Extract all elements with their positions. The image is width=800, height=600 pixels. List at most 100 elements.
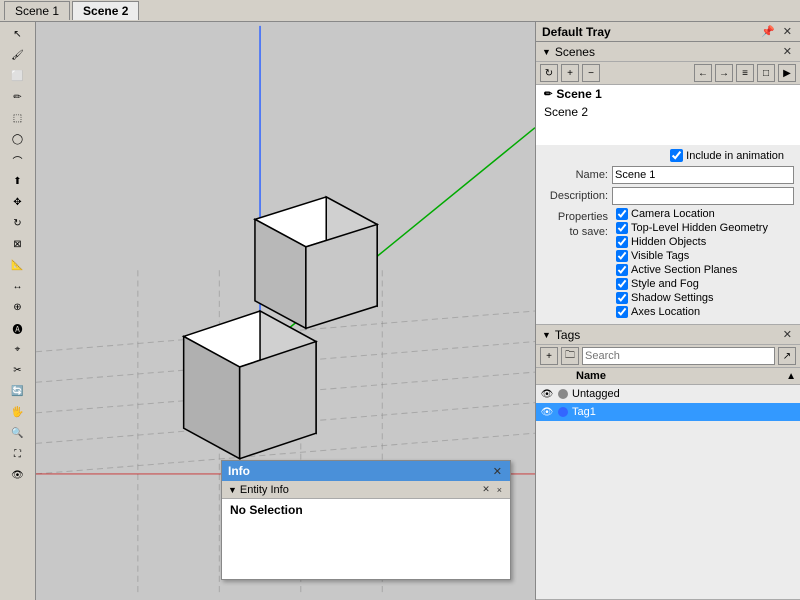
left-toolbar: ↖ 🖌 ⬜ ✏ ⬚ ◯ ⌒ ⬆ ✥ ↻ ⊠ 📐 ↔ ⊕ 🅐 ⌖ ✂ 🔄 🖐 🔍 …: [0, 22, 36, 600]
eraser-tool[interactable]: ⬜: [2, 66, 34, 86]
scenes-next-btn[interactable]: →: [715, 64, 733, 82]
scene-name-input[interactable]: [612, 166, 794, 184]
arc-tool[interactable]: ⌒: [2, 150, 34, 170]
circle-tool[interactable]: ◯: [2, 129, 34, 149]
visible-tags-checkbox[interactable]: [616, 250, 628, 262]
camera-location-row: Camera Location: [612, 208, 794, 220]
scenes-play-btn[interactable]: ▶: [778, 64, 796, 82]
scene-description-row: Description:: [542, 187, 794, 205]
name-label: Name:: [542, 169, 612, 181]
right-panel: Default Tray 📌 ✕ ▼ Scenes ✕: [535, 22, 800, 600]
properties-label: Propertiesto save:: [542, 208, 612, 320]
select-tool[interactable]: ↖: [2, 24, 34, 44]
checkboxes-list: Camera Location Top-Level Hidden Geometr…: [612, 208, 794, 320]
info-panel-header: Info ✕: [222, 461, 510, 481]
tags-folder-btn[interactable]: 🗀: [561, 347, 579, 365]
hidden-objects-checkbox[interactable]: [616, 236, 628, 248]
scenes-view-btn[interactable]: □: [757, 64, 775, 82]
entity-info-content: No Selection: [222, 499, 510, 579]
axes-location-row: Axes Location: [612, 306, 794, 318]
section-plane-tool[interactable]: ✂: [2, 360, 34, 380]
tray-close-btn[interactable]: ✕: [781, 25, 794, 38]
hidden-objects-row: Hidden Objects: [612, 236, 794, 248]
description-label: Description:: [542, 190, 612, 202]
zoom-tool[interactable]: 🔍: [2, 423, 34, 443]
axes-tool[interactable]: ⌖: [2, 339, 34, 359]
scene-1-label: Scene 1: [556, 87, 601, 101]
tags-close-btn[interactable]: ✕: [781, 328, 794, 341]
shadow-settings-label: Shadow Settings: [631, 292, 714, 304]
tags-chevron: ▼: [542, 330, 551, 340]
hidden-geometry-checkbox[interactable]: [616, 222, 628, 234]
tag-item-untagged[interactable]: 👁 Untagged: [536, 385, 800, 403]
scenes-remove-btn[interactable]: −: [582, 64, 600, 82]
tray-header: Default Tray 📌 ✕: [536, 22, 800, 42]
paint-tool[interactable]: 🖌: [2, 45, 34, 65]
camera-location-label: Camera Location: [631, 208, 715, 220]
active-section-planes-checkbox[interactable]: [616, 264, 628, 276]
scenes-toolbar: ↻ + − ← → ≡ □ ▶: [536, 62, 800, 85]
viewport[interactable]: Info ✕ ▼ Entity Info ✕ × No Selection: [36, 22, 535, 600]
text-tool[interactable]: 🅐: [2, 318, 34, 338]
entity-info-close[interactable]: ×: [495, 484, 504, 495]
include-animation-row: Include in animation: [542, 149, 794, 162]
include-animation-checkbox[interactable]: [670, 149, 683, 162]
entity-info-chevron: ▼: [228, 485, 237, 495]
tray-pin-btn[interactable]: 📌: [759, 25, 777, 38]
pencil-tool[interactable]: ✏: [2, 87, 34, 107]
entity-info-label: Entity Info: [240, 484, 289, 496]
style-fog-checkbox[interactable]: [616, 278, 628, 290]
zoom-extents-tool[interactable]: ⛶: [2, 444, 34, 464]
properties-to-save: Propertiesto save: Camera Location Top-L…: [542, 208, 794, 320]
scene-description-input[interactable]: [612, 187, 794, 205]
tag1-color-dot: [558, 407, 568, 417]
move-tool[interactable]: ✥: [2, 192, 34, 212]
active-section-planes-label: Active Section Planes: [631, 264, 737, 276]
scene-name-row: Name:: [542, 166, 794, 184]
tags-sort-icon[interactable]: ▲: [786, 371, 796, 382]
shadow-settings-checkbox[interactable]: [616, 292, 628, 304]
walkthrough-tool[interactable]: 👁: [2, 465, 34, 485]
scenes-list-btn[interactable]: ≡: [736, 64, 754, 82]
rectangle-tool[interactable]: ⬚: [2, 108, 34, 128]
scenes-prev-btn[interactable]: ←: [694, 64, 712, 82]
tape-tool[interactable]: 📐: [2, 255, 34, 275]
scenes-section: ▼ Scenes ✕ ↻ + − ← → ≡: [536, 42, 800, 325]
push-pull-tool[interactable]: ⬆: [2, 171, 34, 191]
scene-item-1[interactable]: ✏ Scene 1: [536, 85, 800, 103]
scenes-panel-header[interactable]: ▼ Scenes ✕: [536, 42, 800, 62]
active-section-planes-row: Active Section Planes: [612, 264, 794, 276]
info-panel-close[interactable]: ✕: [491, 465, 504, 478]
tab-scene2[interactable]: Scene 2: [72, 1, 139, 20]
axes-location-checkbox[interactable]: [616, 306, 628, 318]
tags-add-btn[interactable]: +: [540, 347, 558, 365]
style-fog-row: Style and Fog: [612, 278, 794, 290]
entity-info-minimize[interactable]: ✕: [480, 484, 492, 495]
rotate-tool[interactable]: ↻: [2, 213, 34, 233]
tags-list: 👁 Untagged 👁 Tag1: [536, 385, 800, 421]
tag1-label: Tag1: [572, 406, 596, 418]
pan-tool[interactable]: 🖐: [2, 402, 34, 422]
scenes-refresh-btn[interactable]: ↻: [540, 64, 558, 82]
scene-item-2[interactable]: Scene 2: [536, 103, 800, 121]
scenes-close-btn[interactable]: ✕: [781, 45, 794, 58]
scale-tool[interactable]: ⊠: [2, 234, 34, 254]
tag1-eye-icon[interactable]: 👁: [540, 405, 554, 419]
tags-export-btn[interactable]: ↗: [778, 347, 796, 365]
tags-panel-header[interactable]: ▼ Tags ✕: [536, 325, 800, 345]
info-panel: Info ✕ ▼ Entity Info ✕ × No Selection: [221, 460, 511, 580]
tags-search-input[interactable]: [582, 347, 775, 365]
dimension-tool[interactable]: ↔: [2, 276, 34, 296]
untagged-eye-icon[interactable]: 👁: [540, 387, 554, 401]
tag-item-tag1[interactable]: 👁 Tag1: [536, 403, 800, 421]
tray-controls: 📌 ✕: [759, 25, 794, 38]
orbit-tool[interactable]: 🔄: [2, 381, 34, 401]
untagged-color-dot: [558, 389, 568, 399]
camera-location-checkbox[interactable]: [616, 208, 628, 220]
entity-info-header: ▼ Entity Info ✕ ×: [222, 481, 510, 499]
scenes-add-btn[interactable]: +: [561, 64, 579, 82]
untagged-label: Untagged: [572, 388, 620, 400]
tab-scene1[interactable]: Scene 1: [4, 1, 70, 20]
protractor-tool[interactable]: ⊕: [2, 297, 34, 317]
info-panel-title: Info: [228, 464, 250, 478]
